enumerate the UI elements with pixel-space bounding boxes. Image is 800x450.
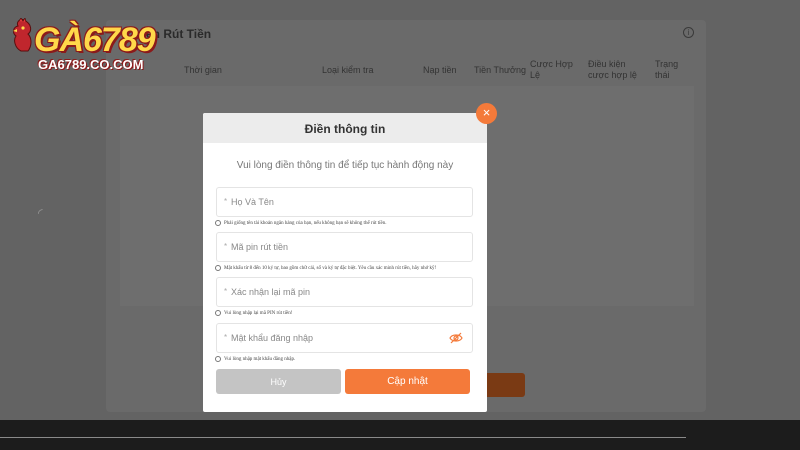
- required-mark: *: [224, 197, 228, 206]
- col-header-deposit: Nạp tiền: [423, 65, 457, 75]
- required-mark: *: [224, 287, 228, 296]
- required-mark: *: [224, 333, 228, 342]
- col-header-time: Thời gian: [184, 65, 222, 75]
- hint-info-icon: [215, 356, 221, 362]
- close-icon[interactable]: ×: [476, 103, 497, 124]
- withdraw-pin-input[interactable]: [231, 233, 451, 261]
- required-mark: *: [224, 242, 228, 251]
- modal-subtitle: Vui lòng điền thông tin để tiếp tục hành…: [236, 160, 454, 171]
- hint-info-icon: [215, 220, 221, 226]
- modal-title: Điền thông tin: [304, 122, 386, 136]
- login-password-input[interactable]: [231, 324, 451, 352]
- info-icon[interactable]: i: [683, 27, 694, 38]
- col-header-valid-bet: Cược Hợp Lệ: [530, 59, 573, 80]
- eye-toggle-icon[interactable]: [449, 332, 463, 344]
- full-name-field: *: [216, 187, 473, 217]
- fill-info-modal: Điền thông tin Vui lòng điền thông tin đ…: [203, 113, 487, 412]
- full-name-hint: Phải giống tên tài khoản ngân hàng của b…: [215, 220, 485, 226]
- col-header-bet-condition: Điều kiện cược hợp lệ: [588, 59, 637, 80]
- withdraw-pin-hint: Mật khẩu từ 8 đến 10 ký tự, bao gồm chữ …: [215, 265, 485, 271]
- footer-strip: [0, 420, 800, 450]
- hint-info-icon: [215, 265, 221, 271]
- logo-text: GÀ6789: [34, 21, 156, 59]
- loading-spinner-icon: ◜: [38, 206, 43, 220]
- withdraw-pin-field: *: [216, 232, 473, 262]
- hint-info-icon: [215, 310, 221, 316]
- logo-domain: GA6789.CO.COM: [38, 57, 144, 72]
- full-name-input[interactable]: [231, 188, 451, 216]
- confirm-pin-field: *: [216, 277, 473, 307]
- confirm-pin-input[interactable]: [231, 278, 451, 306]
- col-header-check-type: Loại kiểm tra: [322, 65, 374, 75]
- footer-divider: [0, 437, 686, 438]
- site-logo[interactable]: GÀ6789 GA6789.CO.COM: [8, 12, 168, 77]
- login-password-field: *: [216, 323, 473, 353]
- col-header-bonus: Tiền Thưởng: [474, 65, 526, 75]
- cancel-button[interactable]: Hủy: [216, 369, 341, 394]
- col-header-status: Trạng thái: [655, 59, 679, 80]
- login-password-hint: Vui lòng nhập mật khẩu đăng nhập.: [215, 356, 485, 362]
- confirm-pin-hint: Vui lòng nhập lại mã PIN rút tiền!: [215, 310, 485, 316]
- update-button[interactable]: Cập nhật: [345, 369, 470, 394]
- modal-header: Điền thông tin: [203, 113, 487, 143]
